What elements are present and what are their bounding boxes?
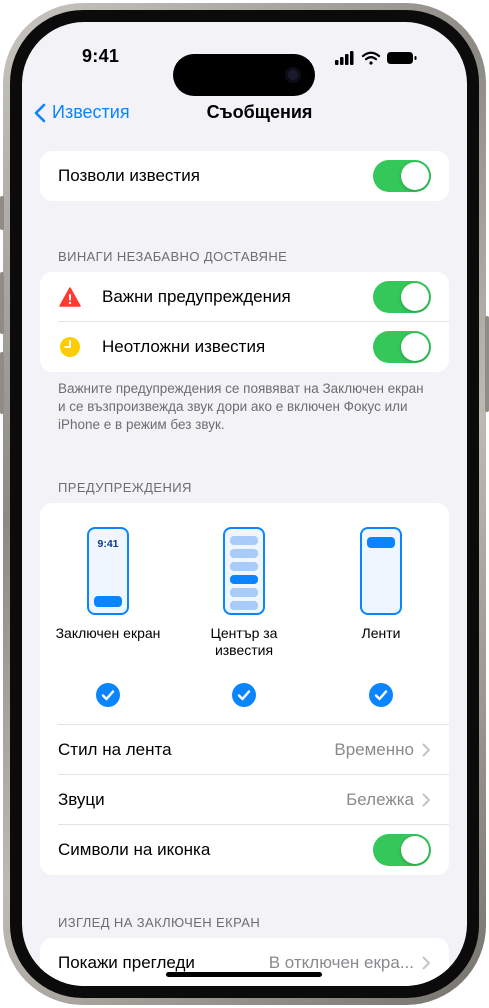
deliver-now-header: ВИНАГИ НЕЗАБАВНО ДОСТАВЯНЕ — [58, 249, 288, 264]
banners-preview — [360, 527, 402, 615]
lock-screen-appearance-header: ИЗГЛЕД НА ЗАКЛЮЧЕН ЕКРАН — [58, 915, 261, 930]
critical-alerts-row: Важни предупреждения — [40, 272, 449, 322]
lock-screen-preview: 9:41 — [87, 527, 129, 615]
page-title: Съобщения — [206, 102, 313, 122]
alerts-header: ПРЕДУПРЕЖДЕНИЯ — [58, 480, 192, 495]
status-icons — [335, 51, 417, 65]
banner-style-value: Временно — [334, 740, 414, 759]
chevron-right-icon — [422, 743, 430, 757]
sounds-row[interactable]: Звуци Бележка — [40, 775, 449, 825]
clock-icon — [58, 335, 82, 359]
alert-styles: 9:41 Заключен екран Център за известия Л… — [40, 503, 449, 725]
badges-label: Символи на иконка — [58, 840, 211, 859]
show-previews-label: Покажи прегледи — [58, 953, 195, 972]
alert-option-lock-screen[interactable]: 9:41 Заключен екран — [43, 527, 173, 642]
checkmark-icon — [374, 690, 388, 701]
chevron-right-icon — [422, 956, 430, 970]
sounds-value: Бележка — [346, 790, 414, 809]
banners-checkmark[interactable] — [369, 683, 393, 707]
camera-icon — [285, 67, 301, 83]
critical-alerts-toggle[interactable] — [373, 281, 431, 313]
badges-toggle[interactable] — [373, 834, 431, 866]
allow-notifications-group: Позволи известия — [40, 151, 449, 201]
status-bar: 9:41 — [22, 46, 467, 96]
time-sensitive-toggle[interactable] — [373, 331, 431, 363]
alerts-group: 9:41 Заключен екран Център за известия Л… — [40, 503, 449, 875]
show-previews-value: В отключен екра... — [268, 953, 414, 972]
sounds-label: Звуци — [58, 790, 105, 809]
navigation-bar: Известия Съобщения — [22, 92, 467, 132]
side-button — [485, 316, 489, 412]
dynamic-island — [173, 54, 315, 96]
notification-center-label: Център за известия — [210, 625, 278, 658]
lock-screen-checkmark[interactable] — [96, 683, 120, 707]
banner-style-row[interactable]: Стил на лента Временно — [40, 725, 449, 775]
allow-notifications-label: Позволи известия — [58, 166, 200, 185]
warning-triangle-icon — [58, 285, 82, 309]
checkmark-icon — [237, 690, 251, 701]
lock-screen-label: Заключен екран — [55, 625, 161, 641]
allow-notifications-toggle[interactable] — [373, 160, 431, 192]
action-button — [0, 196, 4, 230]
battery-icon — [387, 52, 417, 64]
home-indicator[interactable] — [166, 972, 322, 977]
time-sensitive-label: Неотложни известия — [102, 337, 266, 356]
show-previews-row[interactable]: Покажи прегледи В отключен екра... — [40, 938, 449, 986]
deliver-now-group: Важни предупреждения Неотложни известия — [40, 272, 449, 372]
alert-option-banners[interactable]: Ленти — [316, 527, 446, 642]
status-time: 9:41 — [82, 46, 120, 66]
alert-option-notification-center[interactable]: Център за известия — [179, 527, 309, 659]
critical-alerts-footnote: Важните предупреждения се появяват на За… — [58, 381, 424, 432]
critical-alerts-label: Важни предупреждения — [102, 287, 291, 306]
lock-screen-preview-time: 9:41 — [97, 538, 119, 550]
volume-down-button — [0, 352, 4, 414]
badges-row: Символи на иконка — [40, 825, 449, 875]
lock-screen-appearance-group: Покажи прегледи В отключен екра... — [40, 938, 449, 986]
banners-label: Ленти — [361, 625, 401, 641]
chevron-right-icon — [422, 793, 430, 807]
checkmark-icon — [101, 690, 115, 701]
cellular-signal-icon — [335, 51, 354, 65]
time-sensitive-row: Неотложни известия — [40, 322, 449, 372]
notification-center-checkmark[interactable] — [232, 683, 256, 707]
wifi-icon — [361, 51, 381, 65]
allow-notifications-row: Позволи известия — [40, 151, 449, 201]
volume-up-button — [0, 272, 4, 334]
banner-style-label: Стил на лента — [58, 740, 172, 759]
screen: 9:41 Известия Съобщения Позволи известия… — [22, 22, 467, 986]
notification-center-preview — [223, 527, 265, 615]
